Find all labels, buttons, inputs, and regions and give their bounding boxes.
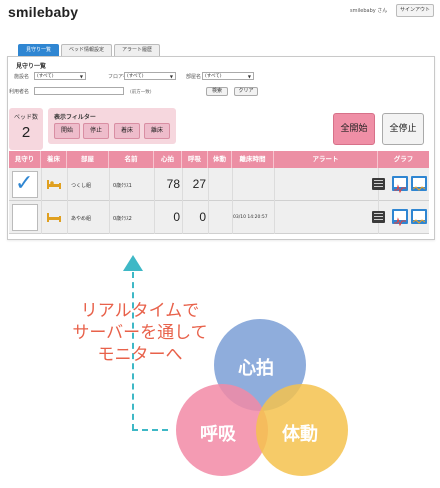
column-divider [41,201,42,234]
display-filter-box: 表示フィルター 開始 停止 着床 離床 [48,108,176,144]
column-divider [274,201,275,234]
watch-checkbox[interactable] [12,204,38,231]
graph-screen [394,178,406,194]
facility-select[interactable]: (すべて) ▼ [34,72,86,80]
column-header-leave-time: 離床時間 [232,151,274,168]
body-movement-label: 体動 [282,424,318,445]
respiration-graph-icon[interactable] [411,209,427,224]
column-header-room: 部屋 [67,151,109,168]
facility-select-value: (すべて) [37,74,54,79]
app-header: smilebaby smilebaby さん サインアウト [0,0,440,26]
room-select-value: (すべて) [205,74,222,79]
column-header-name: 名前 [109,151,154,168]
user-name-note: (前方一致) [130,90,152,95]
room-cell: つくし組 [71,183,92,189]
start-all-button[interactable]: 全開始 [333,113,375,145]
leave-time-cell: 03/10 14:20:57 [233,215,268,220]
alert-list-icon[interactable] [372,211,385,223]
heart-rate-value: 0 [173,210,180,224]
alert-list-icon[interactable] [372,178,385,190]
column-divider [67,201,68,234]
chevron-down-icon: ▼ [79,74,83,79]
column-header-respiration: 呼吸 [182,151,208,168]
tab-bed-settings[interactable]: ベッド情報設定 [61,44,113,56]
watch-checkbox[interactable]: ✓ [12,171,38,198]
column-header-alert: アラート [274,151,378,168]
column-divider [208,201,209,234]
column-divider [109,201,110,234]
column-header-body-movement: 体動 [208,151,232,168]
column-divider [109,168,110,201]
clear-button[interactable]: クリア [234,87,258,96]
column-divider [232,168,233,201]
graph-screen [412,178,426,191]
filter-in-bed-button[interactable]: 着床 [114,123,140,139]
graph-screen [394,211,406,227]
respiration-graph-icon[interactable] [411,176,427,191]
room-select[interactable]: (すべて) ▼ [202,72,254,80]
facility-label: 施設名 [14,74,30,80]
column-header-in-bed: 着床 [41,151,67,168]
main-tabs: 見守り一覧 ベッド情報設定 アラート履歴 [18,44,161,56]
floor-select-value: (すべて) [127,74,144,79]
bed-icon [47,180,61,189]
room-label: 部屋名 [186,74,202,80]
checkmark-icon: ✓ [15,171,34,196]
name-cell: 0歳ｸﾗｽ2 [113,216,132,222]
app-logo: smilebaby [8,4,79,20]
heart-rate-chart-icon [394,217,406,227]
tab-alert-history[interactable]: アラート履歴 [114,44,161,56]
venn-diagram [176,319,348,476]
chevron-down-icon: ▼ [247,74,251,79]
respiration-label: 呼吸 [200,424,236,445]
respiration-chart-icon [412,219,426,224]
column-divider [208,168,209,201]
chevron-down-icon: ▼ [169,74,173,79]
column-header-watch: 見守り [9,151,41,168]
graph-screen [412,211,426,224]
bed-count-box: ベッド数 2 [9,108,43,150]
filter-start-button[interactable]: 開始 [54,123,80,139]
panel-title: 見守り一覧 [16,63,47,70]
heart-graph-icon[interactable] [392,209,408,227]
name-cell: 0歳ｸﾗｽ1 [113,183,132,189]
column-divider [274,168,275,201]
respiration-value: 27 [192,177,206,191]
stop-all-button[interactable]: 全停止 [382,113,424,145]
filter-stop-button[interactable]: 停止 [83,123,109,139]
user-name: smilebaby さん [350,8,388,14]
room-cell: あやめ組 [71,216,92,222]
heart-rate-value: 78 [166,177,180,191]
dashed-arrow-tail [132,429,168,431]
tab-monitor-list[interactable]: 見守り一覧 [18,44,60,56]
heart-rate-chart-icon [394,184,406,194]
up-arrow-icon [123,255,143,271]
heart-graph-icon[interactable] [392,176,408,194]
respiration-value: 0 [199,210,206,224]
column-divider [41,168,42,201]
column-divider [67,168,68,201]
floor-select[interactable]: (すべて) ▼ [124,72,176,80]
respiration-chart-icon [412,186,426,191]
bed-icon [47,213,61,222]
bed-count-label: ベッド数 [13,114,38,121]
column-header-heart-rate: 心拍 [154,151,182,168]
user-name-input[interactable] [34,87,124,95]
sign-out-button[interactable]: サインアウト [396,4,434,17]
column-header-graph: グラフ [393,155,414,163]
bed-count-value: 2 [21,124,31,141]
user-name-label: 利用者名 [9,89,30,95]
search-button[interactable]: 検索 [206,87,228,96]
display-filter-title: 表示フィルター [54,114,96,121]
heart-rate-label: 心拍 [238,358,274,379]
filter-out-of-bed-button[interactable]: 離床 [144,123,170,139]
